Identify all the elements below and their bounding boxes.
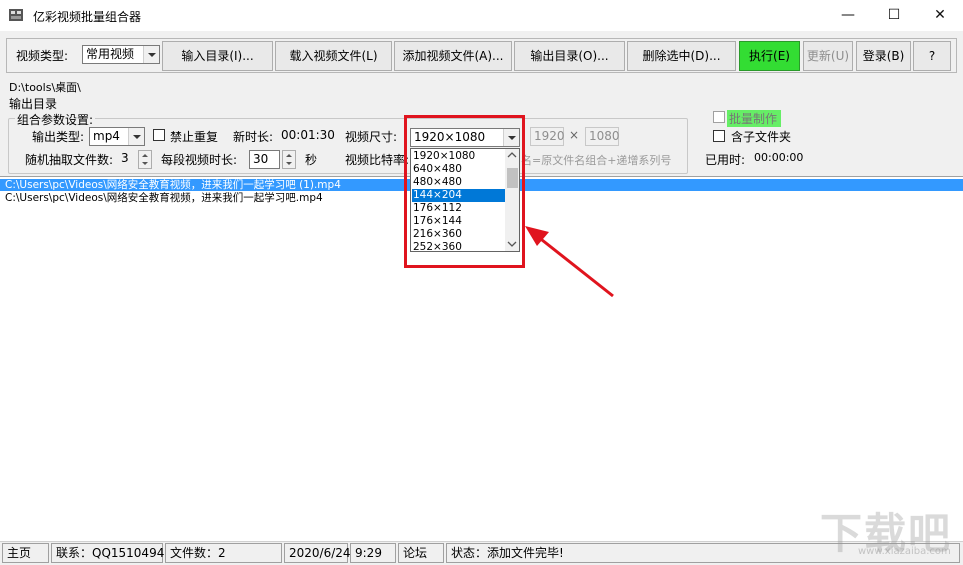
batch-checkbox[interactable]: [713, 111, 725, 123]
output-type-label: 输出类型:: [32, 130, 85, 144]
login-button[interactable]: 登录(B): [856, 41, 911, 71]
settings-group-title: 组合参数设置:: [15, 111, 96, 128]
new-duration-value: 00:01:30: [281, 128, 335, 142]
maximize-button[interactable]: ☐: [871, 0, 917, 31]
update-button[interactable]: 更新(U): [803, 41, 853, 71]
batch-label: 批量制作: [727, 110, 782, 127]
seconds-unit: 秒: [305, 153, 318, 167]
load-file-button[interactable]: 载入视频文件(L): [275, 41, 392, 71]
help-button[interactable]: ?: [913, 41, 951, 71]
no-repeat-checkbox[interactable]: [153, 129, 165, 141]
video-type-select[interactable]: 常用视频: [82, 45, 160, 64]
segment-length-label: 每段视频时长:: [161, 153, 238, 167]
minimize-button[interactable]: —: [825, 0, 871, 31]
elapsed-label: 已用时:: [705, 153, 746, 167]
output-type-select[interactable]: mp4: [89, 127, 145, 146]
execute-button[interactable]: 执行(E): [739, 41, 800, 71]
input-dir-button[interactable]: 输入目录(I)...: [162, 41, 273, 71]
watermark-url: www.xiazaiba.com: [858, 546, 951, 557]
width-input[interactable]: 1920: [530, 127, 565, 146]
random-count-spinner[interactable]: [138, 150, 152, 169]
status-forum[interactable]: 论坛: [398, 543, 444, 563]
output-type-value: mp4: [93, 129, 120, 143]
title-bar: 亿彩视频批量组合器 — ☐ ✕: [0, 0, 963, 31]
status-file-count: 文件数：2: [165, 543, 282, 563]
no-repeat-label: 禁止重复: [170, 130, 219, 144]
annotation-arrow-icon: [525, 226, 614, 298]
include-subfolders-checkbox[interactable]: [713, 130, 725, 142]
video-type-value: 常用视频: [86, 47, 135, 61]
delete-selected-button[interactable]: 删除选中(D)...: [627, 41, 736, 71]
video-type-label: 视频类型:: [16, 49, 69, 63]
height-input[interactable]: 1080: [585, 127, 620, 146]
close-button[interactable]: ✕: [917, 0, 963, 31]
status-contact: 联系：QQ15104946: [51, 543, 172, 563]
annotation-highlight-box: [404, 115, 525, 268]
new-duration-label: 新时长:: [233, 130, 274, 144]
chevron-down-icon: [128, 128, 144, 145]
chevron-down-icon: [143, 46, 159, 63]
add-file-button[interactable]: 添加视频文件(A)...: [394, 41, 512, 71]
random-count-value: 3: [121, 151, 129, 165]
status-time: 9:29: [350, 543, 396, 563]
status-home[interactable]: 主页: [2, 543, 49, 563]
status-date: 2020/6/24: [284, 543, 351, 563]
output-dir-label: 输出目录: [9, 97, 58, 111]
app-icon: [8, 8, 24, 22]
segment-length-input[interactable]: 30: [249, 150, 280, 169]
naming-hint: 名=原文件名组合+递增系列号: [521, 154, 672, 167]
window-title: 亿彩视频批量组合器: [33, 10, 142, 24]
video-size-label: 视频尺寸:: [345, 130, 398, 144]
random-count-label: 随机抽取文件数:: [25, 153, 114, 167]
times-glyph: ×: [569, 128, 580, 142]
input-path: D:\tools\桌面\: [9, 81, 81, 94]
elapsed-value: 00:00:00: [754, 151, 804, 164]
include-subfolders-label: 含子文件夹: [731, 130, 792, 144]
output-dir-button[interactable]: 输出目录(O)...: [514, 41, 625, 71]
segment-length-spinner[interactable]: [282, 150, 296, 169]
bitrate-label: 视频比特率:: [345, 153, 410, 167]
